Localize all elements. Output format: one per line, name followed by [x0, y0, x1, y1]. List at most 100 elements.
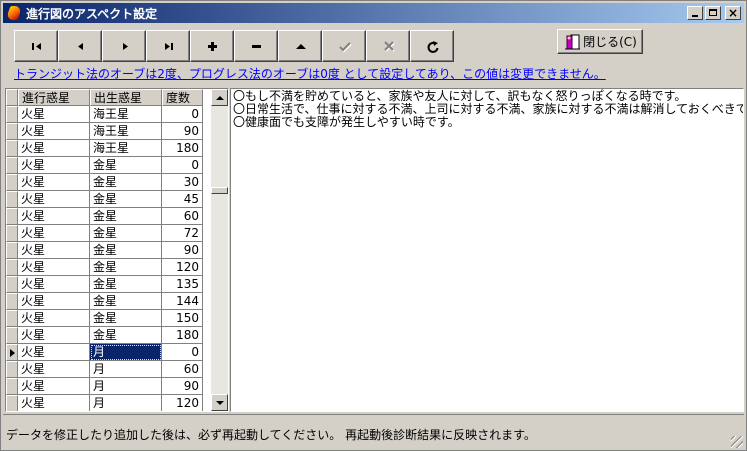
cell-progressed-planet[interactable]: 火星	[18, 225, 90, 242]
row-indicator[interactable]	[6, 242, 18, 259]
table-row[interactable]: 火星 金星 45	[6, 191, 211, 208]
cell-natal-planet[interactable]: 金星	[90, 157, 162, 174]
table-row[interactable]: 火星月 60	[6, 361, 211, 378]
cell-natal-planet[interactable]: 金星	[90, 174, 162, 191]
table-row[interactable]: 火星月 120	[6, 395, 211, 411]
scroll-thumb[interactable]	[211, 187, 228, 194]
insert-record-button[interactable]	[190, 30, 234, 62]
table-row[interactable]: 火星 金星 144	[6, 293, 211, 310]
row-indicator[interactable]	[6, 378, 18, 395]
cell-degree[interactable]: 90	[162, 123, 203, 140]
cell-natal-planet[interactable]: 月	[90, 361, 162, 378]
cell-degree[interactable]: 135	[162, 276, 203, 293]
header-progressed-planet[interactable]: 進行惑星	[18, 89, 90, 106]
cell-degree[interactable]: 0	[162, 157, 203, 174]
cell-degree[interactable]: 180	[162, 140, 203, 157]
row-indicator[interactable]	[6, 191, 18, 208]
table-row[interactable]: 火星 金星 90	[6, 242, 211, 259]
table-row[interactable]: 火星 金星 180	[6, 327, 211, 344]
last-record-button[interactable]	[146, 30, 190, 62]
table-row[interactable]: 火星 金星 0	[6, 157, 211, 174]
cell-progressed-planet[interactable]: 火星	[18, 140, 90, 157]
row-indicator[interactable]	[6, 276, 18, 293]
cell-degree[interactable]: 120	[162, 259, 203, 276]
table-row[interactable]: 火星 海王星 0	[6, 106, 211, 123]
cell-degree[interactable]: 72	[162, 225, 203, 242]
cell-natal-planet[interactable]: 金星	[90, 259, 162, 276]
table-row[interactable]: 火星 海王星 90	[6, 123, 211, 140]
scroll-up-button[interactable]	[211, 89, 228, 106]
cell-degree[interactable]: 90	[162, 242, 203, 259]
table-row[interactable]: 火星 金星 60	[6, 208, 211, 225]
row-indicator[interactable]	[6, 344, 18, 361]
cell-progressed-planet[interactable]: 火星	[18, 310, 90, 327]
cell-natal-planet[interactable]: 月	[90, 395, 162, 411]
row-indicator[interactable]	[6, 174, 18, 191]
header-degree[interactable]: 度数	[162, 89, 203, 106]
cell-progressed-planet[interactable]: 火星	[18, 106, 90, 123]
cell-natal-planet[interactable]: 金星	[90, 310, 162, 327]
cell-natal-planet[interactable]: 金星	[90, 276, 162, 293]
table-row[interactable]: 火星 金星 135	[6, 276, 211, 293]
refresh-button[interactable]	[410, 30, 454, 62]
edit-record-button[interactable]	[278, 30, 322, 62]
table-row[interactable]: 火星 金星 30	[6, 174, 211, 191]
cell-progressed-planet[interactable]: 火星	[18, 191, 90, 208]
table-row[interactable]: 火星 金星 150	[6, 310, 211, 327]
orb-info-link[interactable]: トランジット法のオーブは2度、プログレス法のオーブは0度 として設定してあり、こ…	[14, 65, 606, 82]
cell-degree[interactable]: 150	[162, 310, 203, 327]
post-record-button[interactable]	[322, 30, 366, 62]
row-indicator[interactable]	[6, 225, 18, 242]
cell-progressed-planet[interactable]: 火星	[18, 157, 90, 174]
cell-degree[interactable]: 120	[162, 395, 203, 411]
cell-degree[interactable]: 60	[162, 208, 203, 225]
cell-progressed-planet[interactable]: 火星	[18, 174, 90, 191]
cell-degree[interactable]: 45	[162, 191, 203, 208]
window-close-button[interactable]: ×	[725, 6, 741, 20]
cell-progressed-planet[interactable]: 火星	[18, 242, 90, 259]
row-indicator[interactable]	[6, 123, 18, 140]
app-feather-icon[interactable]	[5, 5, 23, 21]
cell-natal-planet[interactable]: 金星	[90, 327, 162, 344]
row-indicator[interactable]	[6, 259, 18, 276]
cell-degree[interactable]: 60	[162, 361, 203, 378]
interpretation-memo[interactable]: 〇もし不満を貯めていると、家族や友人に対して、訳もなく怒りっぽくなる時です。 〇…	[230, 88, 744, 412]
cell-natal-planet[interactable]: 海王星	[90, 140, 162, 157]
cell-natal-planet[interactable]: 金星	[90, 242, 162, 259]
cell-degree[interactable]: 144	[162, 293, 203, 310]
cell-natal-planet[interactable]: 金星	[90, 225, 162, 242]
close-form-button[interactable]: 閉じる(C)	[557, 29, 643, 54]
delete-record-button[interactable]	[234, 30, 278, 62]
cell-progressed-planet[interactable]: 火星	[18, 327, 90, 344]
cell-natal-planet[interactable]: 金星	[90, 208, 162, 225]
cell-progressed-planet[interactable]: 火星	[18, 123, 90, 140]
next-record-button[interactable]	[102, 30, 146, 62]
size-grip-icon[interactable]	[731, 436, 743, 448]
header-natal-planet[interactable]: 出生惑星	[90, 89, 162, 106]
table-row[interactable]: 火星 海王星 180	[6, 140, 211, 157]
row-indicator[interactable]	[6, 395, 18, 411]
maximize-button[interactable]	[705, 6, 721, 20]
cell-natal-planet[interactable]: 金星	[90, 191, 162, 208]
cell-progressed-planet[interactable]: 火星	[18, 208, 90, 225]
cell-progressed-planet[interactable]: 火星	[18, 293, 90, 310]
cell-progressed-planet[interactable]: 火星	[18, 361, 90, 378]
scroll-down-button[interactable]	[211, 394, 228, 411]
title-bar[interactable]: 進行図のアスペクト設定 ×	[3, 3, 744, 23]
row-indicator[interactable]	[6, 140, 18, 157]
first-record-button[interactable]	[14, 30, 58, 62]
cell-degree[interactable]: 90	[162, 378, 203, 395]
row-indicator[interactable]	[6, 361, 18, 378]
row-indicator[interactable]	[6, 208, 18, 225]
row-indicator[interactable]	[6, 327, 18, 344]
cell-progressed-planet[interactable]: 火星	[18, 395, 90, 411]
cell-natal-planet[interactable]: 海王星	[90, 123, 162, 140]
cell-degree[interactable]: 0	[162, 344, 203, 361]
table-row[interactable]: 火星 金星 72	[6, 225, 211, 242]
cell-degree[interactable]: 180	[162, 327, 203, 344]
cell-natal-planet[interactable]: 月	[90, 344, 162, 361]
cell-progressed-planet[interactable]: 火星	[18, 378, 90, 395]
cell-degree[interactable]: 30	[162, 174, 203, 191]
row-indicator[interactable]	[6, 157, 18, 174]
minimize-button[interactable]	[687, 6, 703, 20]
